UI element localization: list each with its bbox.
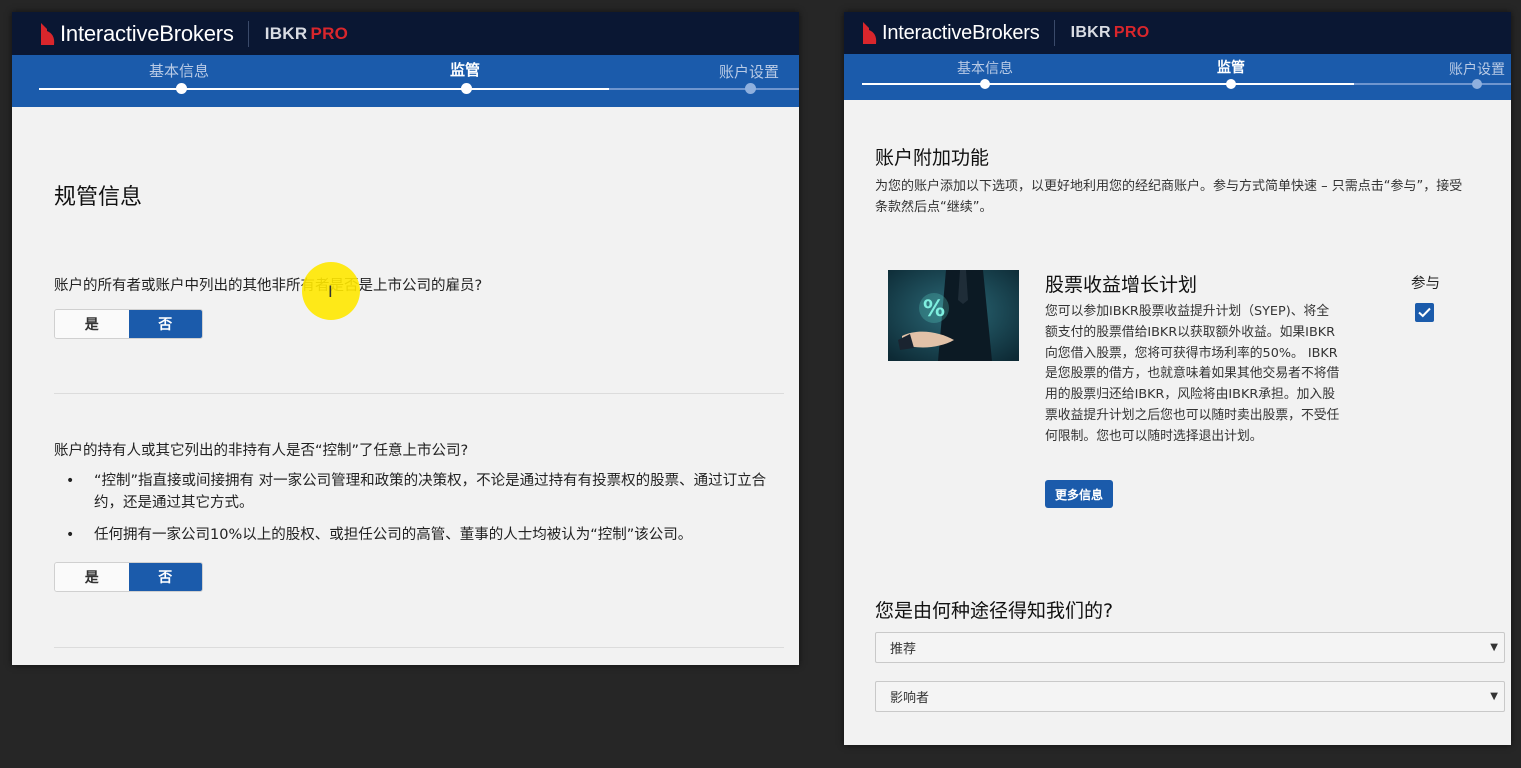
- question-employee: 账户的所有者或账户中列出的其他非所有者是否是上市公司的雇员?: [54, 278, 483, 294]
- progress-stepper: 基本信息 监管 账户设置: [12, 55, 799, 107]
- participate-label: 参与: [1411, 276, 1440, 292]
- step-dot-basic-info: [176, 83, 187, 94]
- text-cursor-icon: I: [328, 282, 333, 301]
- chevron-down-icon: ▼: [1490, 691, 1498, 702]
- product-ibkr: IBKR: [264, 23, 308, 43]
- referral-detail-select[interactable]: 影响者 ▼: [875, 681, 1505, 712]
- syep-promo-image: %: [888, 270, 1019, 361]
- top-nav-bar: InteractiveBrokers IBKR PRO: [844, 12, 1511, 54]
- step-dot-account-settings: [745, 83, 756, 94]
- referral-source-value: 推荐: [890, 642, 917, 657]
- ib-logo: InteractiveBrokers: [860, 20, 1040, 46]
- control-definition-list: “控制”指直接或间接拥有 对一家公司管理和政策的决策权，不论是通过持有有投票权的…: [54, 470, 790, 556]
- step-dot-account-settings: [1472, 79, 1482, 89]
- step-basic-info: 基本信息: [149, 62, 210, 80]
- account-features-panel: InteractiveBrokers IBKR PRO 基本信息 监管 账户设置 …: [844, 12, 1511, 745]
- question-control: 账户的持有人或其它列出的非持有人是否“控制”了任意上市公司?: [54, 443, 469, 459]
- page-title: 规管信息: [54, 185, 143, 210]
- step-dot-regulatory: [461, 83, 472, 94]
- chevron-down-icon: ▼: [1490, 642, 1498, 653]
- step-track-complete: [862, 83, 1354, 85]
- step-account-settings: 账户设置: [1449, 62, 1505, 78]
- product-tier: PRO: [310, 23, 349, 43]
- section-title: 账户附加功能: [875, 147, 990, 169]
- step-track-complete: [39, 88, 609, 90]
- top-nav-bar: InteractiveBrokers IBKR PRO: [12, 12, 799, 55]
- section-divider: [54, 647, 784, 648]
- product-tier: PRO: [1113, 24, 1150, 41]
- progress-stepper: 基本信息 监管 账户设置: [844, 54, 1511, 100]
- step-track-pending: [609, 88, 799, 90]
- control-yes-no-toggle: 是 否: [54, 562, 203, 592]
- percent-glyph: %: [923, 297, 945, 322]
- syep-title: 股票收益增长计划: [1045, 274, 1198, 296]
- product-name: IBKR PRO: [1071, 24, 1150, 42]
- logo-text: InteractiveBrokers: [60, 20, 234, 46]
- ib-logo-icon: [41, 22, 55, 45]
- section-description-line2: 条款然后点“继续”。: [875, 200, 993, 215]
- more-info-button[interactable]: 更多信息: [1045, 480, 1113, 508]
- hand-percent-illustration: %: [888, 270, 1019, 361]
- employee-yes-no-toggle: 是 否: [54, 309, 203, 339]
- product-name: IBKR PRO: [265, 24, 349, 44]
- step-dot-regulatory: [1226, 79, 1236, 89]
- section-description-line1: 为您的账户添加以下选项，以更好地利用您的经纪商账户。参与方式简单快速 – 只需点…: [875, 179, 1463, 194]
- regulatory-panel: InteractiveBrokers IBKR PRO 基本信息 监管 账户设置 …: [12, 12, 799, 665]
- control-no-button[interactable]: 否: [128, 563, 202, 591]
- ib-logo-icon: [863, 22, 877, 44]
- section-divider: [54, 393, 784, 394]
- control-definition-item: 任何拥有一家公司10%以上的股权、或担任公司的高管、董事的人士均被认为“控制”该…: [54, 524, 790, 546]
- syep-description: 您可以参加IBKR股票收益提升计划（SYEP)、将全额支付的股票借给IBKR以获…: [1045, 304, 1340, 444]
- step-basic-info: 基本信息: [957, 61, 1013, 77]
- step-regulatory: 监管: [450, 61, 481, 79]
- employee-no-button[interactable]: 否: [128, 310, 202, 338]
- step-account-settings: 账户设置: [719, 63, 780, 81]
- control-yes-button[interactable]: 是: [55, 563, 129, 591]
- logo-text: InteractiveBrokers: [882, 21, 1040, 44]
- referral-source-select[interactable]: 推荐 ▼: [875, 632, 1505, 663]
- topbar-divider: [1053, 20, 1055, 46]
- step-dot-basic-info: [980, 79, 990, 89]
- step-regulatory: 监管: [1217, 60, 1245, 76]
- referral-detail-value: 影响者: [890, 691, 930, 706]
- checkmark-icon: [1418, 307, 1431, 318]
- employee-yes-button[interactable]: 是: [55, 310, 129, 338]
- referral-question: 您是由何种途径得知我们的?: [875, 600, 1114, 622]
- topbar-divider: [247, 20, 249, 47]
- ib-logo: InteractiveBrokers: [38, 21, 234, 47]
- control-definition-item: “控制”指直接或间接拥有 对一家公司管理和政策的决策权，不论是通过持有有投票权的…: [54, 470, 790, 514]
- product-ibkr: IBKR: [1070, 24, 1111, 41]
- participate-checkbox[interactable]: [1415, 303, 1434, 322]
- step-track-pending: [1354, 83, 1511, 85]
